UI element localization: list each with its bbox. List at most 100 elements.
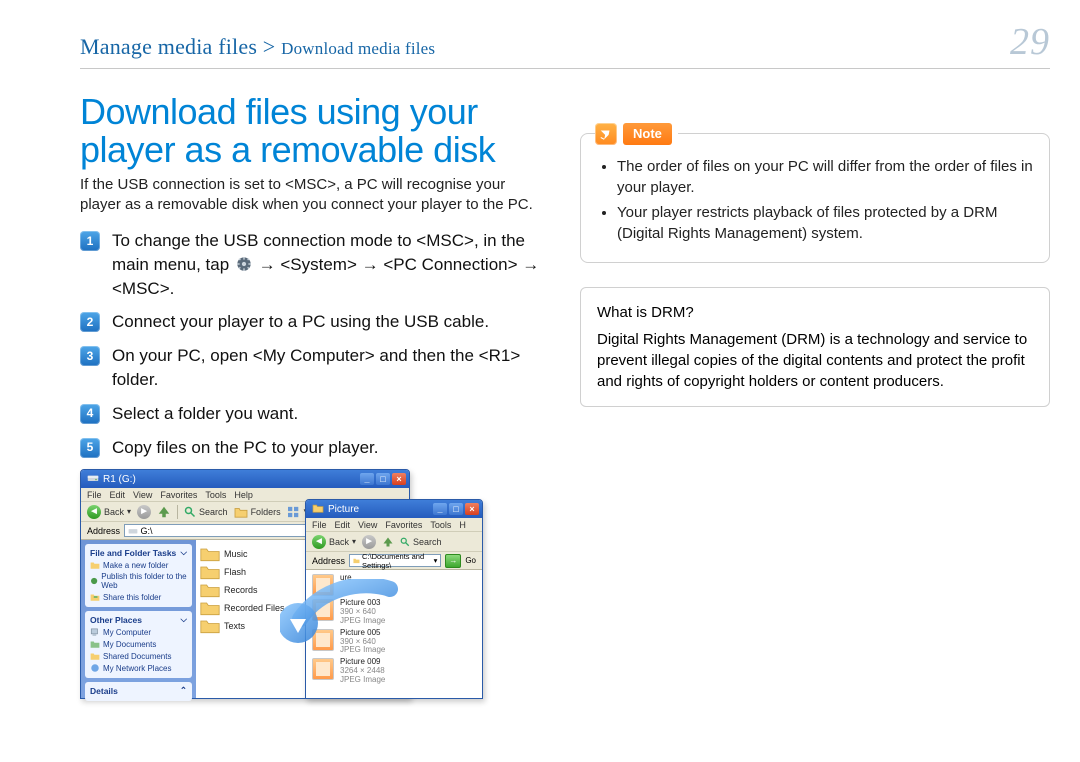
crumb-sub: Download media files	[281, 39, 435, 58]
step-badge: 5	[80, 438, 100, 458]
list-item[interactable]: Picture 003390 × 640JPEG Image	[312, 599, 476, 625]
image-icon	[312, 574, 334, 596]
image-icon	[312, 599, 334, 621]
search-button[interactable]: Search	[184, 506, 228, 518]
page-number: 29	[1010, 20, 1050, 64]
go-button[interactable]: →	[445, 554, 461, 568]
search-button[interactable]: Search	[400, 537, 442, 547]
menu-item[interactable]: View	[358, 520, 377, 530]
up-button[interactable]	[157, 505, 171, 519]
intro-text: If the USB connection is set to <MSC>, a…	[80, 175, 540, 216]
side-item[interactable]: Publish this folder to the Web	[90, 572, 187, 590]
step-2: 2 Connect your player to a PC using the U…	[80, 310, 540, 334]
side-group-details: Details⌃	[85, 682, 192, 701]
back-button[interactable]: ◄Back▾	[312, 535, 356, 549]
menu-item[interactable]: Tools	[205, 490, 226, 500]
address-bar: Address C:\Documents and Settings\▾ → Go	[306, 552, 482, 570]
close-icon[interactable]: ×	[465, 503, 479, 515]
page-title: Download files using your player as a re…	[80, 93, 540, 169]
step-badge: 2	[80, 312, 100, 332]
menubar[interactable]: File Edit View Favorites Tools H	[306, 518, 482, 532]
window-title: Picture	[328, 504, 359, 515]
side-item[interactable]: My Documents	[90, 639, 187, 649]
note-item: The order of files on your PC will diffe…	[617, 156, 1033, 198]
folder-item[interactable]: Recorded Files	[200, 600, 301, 616]
side-panel: File and Folder Tasks⌵ Make a new folder…	[81, 540, 196, 698]
folder-item[interactable]: Texts	[200, 618, 301, 634]
step-badge: 3	[80, 346, 100, 366]
step-text: On your PC, open <My Computer> and then …	[112, 344, 540, 392]
side-item[interactable]: Shared Documents	[90, 651, 187, 661]
thumb-list: ure Picture 003390 × 640JPEG Image Pictu…	[306, 570, 482, 698]
collapse-icon[interactable]: ⌵	[181, 547, 187, 558]
side-item[interactable]: My Computer	[90, 627, 187, 637]
list-item[interactable]: ure	[312, 574, 476, 596]
step-4: 4 Select a folder you want.	[80, 402, 540, 426]
menu-item[interactable]: File	[312, 520, 327, 530]
folder-icon	[312, 503, 324, 516]
menu-item[interactable]: Favorites	[160, 490, 197, 500]
step-5: 5 Copy files on the PC to your player.	[80, 436, 540, 460]
step-badge: 1	[80, 231, 100, 251]
address-label: Address	[312, 556, 345, 566]
maximize-icon[interactable]: □	[449, 503, 463, 515]
menu-item[interactable]: View	[133, 490, 152, 500]
step-badge: 4	[80, 404, 100, 424]
side-item[interactable]: My Network Places	[90, 663, 187, 673]
drm-heading: What is DRM?	[597, 302, 1033, 323]
toolbar: ◄Back▾ ► Search	[306, 532, 482, 552]
note-item: Your player restricts playback of files …	[617, 202, 1033, 244]
folder-item[interactable]: Records	[200, 582, 301, 598]
up-button[interactable]	[382, 536, 394, 548]
steps-list: 1 To change the USB connection mode to <…	[80, 229, 540, 459]
gear-icon	[236, 255, 252, 271]
step-text: Connect your player to a PC using the US…	[112, 310, 489, 334]
list-item[interactable]: Picture 005390 × 640JPEG Image	[312, 629, 476, 655]
note-label: Note	[623, 123, 672, 145]
address-field[interactable]: C:\Documents and Settings\▾	[349, 554, 441, 567]
menu-item[interactable]: Favorites	[385, 520, 422, 530]
window-picture: Picture _ □ × File Edit View Favorites	[305, 499, 483, 699]
breadcrumb: Manage media files > Download media file…	[80, 34, 435, 60]
image-icon	[312, 658, 334, 680]
note-box: Note The order of files on your PC will …	[580, 133, 1050, 263]
forward-button[interactable]: ►	[362, 535, 376, 549]
close-icon[interactable]: ×	[392, 473, 406, 485]
drm-box: What is DRM? Digital Rights Management (…	[580, 287, 1050, 407]
image-icon	[312, 629, 334, 651]
note-icon	[595, 123, 617, 145]
minimize-icon[interactable]: _	[433, 503, 447, 515]
drm-body: Digital Rights Management (DRM) is a tec…	[597, 329, 1033, 392]
step-text: Select a folder you want.	[112, 402, 298, 426]
step-3: 3 On your PC, open <My Computer> and then…	[80, 344, 540, 392]
go-label: Go	[465, 556, 476, 565]
step-1: 1 To change the USB connection mode to <…	[80, 229, 540, 300]
header: Manage media files > Download media file…	[80, 20, 1050, 69]
menu-item[interactable]: Help	[234, 490, 253, 500]
crumb-sep: >	[257, 34, 281, 59]
side-group-places: Other Places⌵ My Computer My Documents S…	[85, 611, 192, 678]
address-label: Address	[87, 526, 120, 536]
window-title: R1 (G:)	[103, 474, 136, 485]
collapse-icon[interactable]: ⌵	[181, 614, 187, 625]
maximize-icon[interactable]: □	[376, 473, 390, 485]
menu-item[interactable]: Edit	[335, 520, 351, 530]
explorer-illustration: R1 (G:) _ □ × File Edit View Favorites	[80, 469, 500, 704]
side-item[interactable]: Make a new folder	[90, 560, 187, 570]
folder-item[interactable]: Flash	[200, 564, 301, 580]
folder-item[interactable]: Music	[200, 546, 301, 562]
forward-button[interactable]: ►	[137, 505, 151, 519]
list-item[interactable]: Picture 0093264 × 2448JPEG Image	[312, 658, 476, 684]
menu-item[interactable]: Edit	[110, 490, 126, 500]
menu-item[interactable]: File	[87, 490, 102, 500]
side-item[interactable]: Share this folder	[90, 592, 187, 602]
menu-item[interactable]: H	[459, 520, 466, 530]
folders-button[interactable]: Folders	[234, 506, 281, 518]
expand-icon[interactable]: ⌃	[180, 685, 187, 696]
minimize-icon[interactable]: _	[360, 473, 374, 485]
step-text: Copy files on the PC to your player.	[112, 436, 378, 460]
drive-icon	[87, 472, 99, 487]
back-button[interactable]: ◄Back▾	[87, 505, 131, 519]
side-group-tasks: File and Folder Tasks⌵ Make a new folder…	[85, 544, 192, 607]
menu-item[interactable]: Tools	[430, 520, 451, 530]
